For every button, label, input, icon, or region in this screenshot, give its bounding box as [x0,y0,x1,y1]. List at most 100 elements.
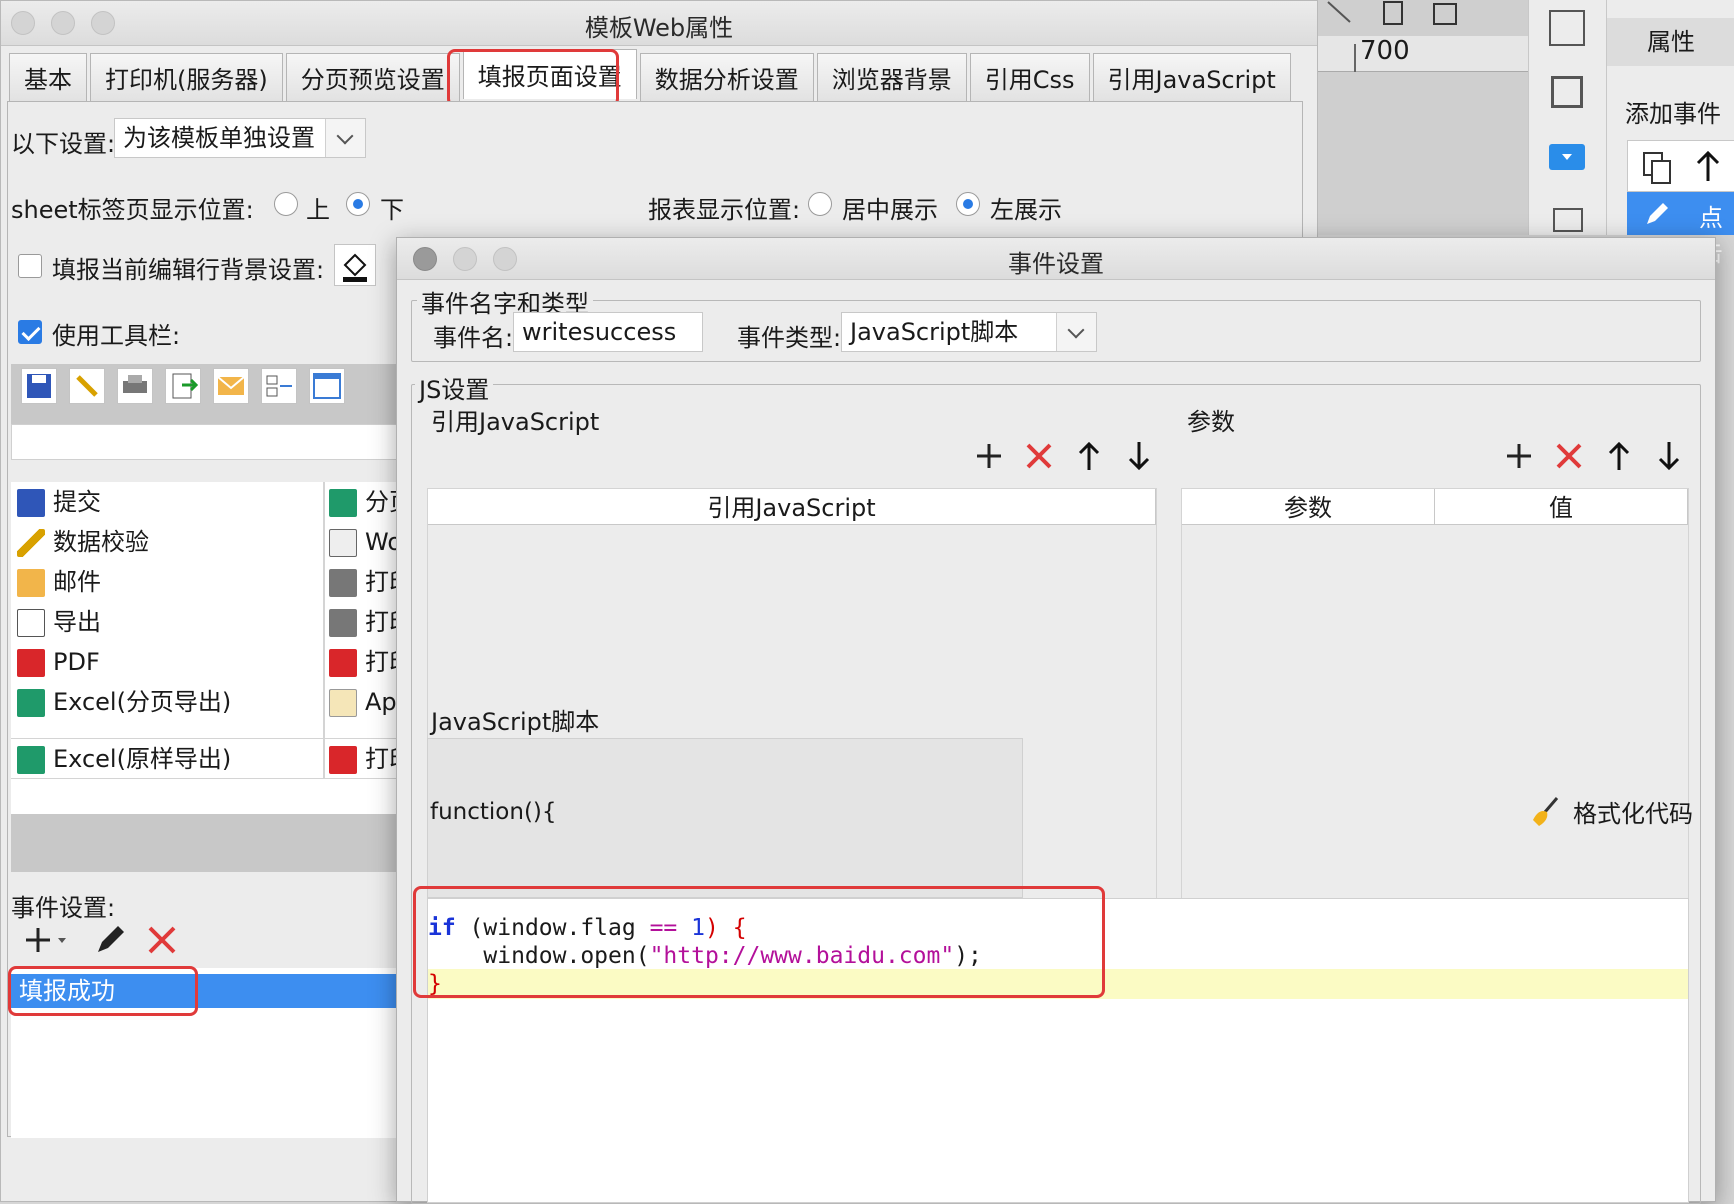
save-icon[interactable] [21,368,57,404]
flash-print-icon [329,649,357,677]
list-item-label: 邮件 [53,568,101,596]
broom-icon [1533,797,1559,826]
mail-icon[interactable] [213,368,249,404]
delete-param-button[interactable] [1553,440,1585,478]
delete-event-button[interactable] [144,922,180,958]
pencil-icon [98,926,124,952]
tab-browser-bg[interactable]: 浏览器背景 [816,53,967,101]
dialog-titlebar: 事件设置 [397,238,1715,280]
event-type-select[interactable]: JavaScript脚本 [841,312,1097,352]
use-toolbar-checkbox[interactable] [18,320,42,344]
toolbar-footer-bar [11,814,406,872]
plus-icon [26,928,66,952]
add-js-button[interactable] [973,440,1005,478]
list-item-label: 数据校验 [53,528,149,556]
params-column-header[interactable]: 参数 [1182,489,1435,525]
add-event-button[interactable] [24,922,70,958]
settings-select[interactable]: 为该模板单独设置 [114,118,366,158]
column-divider [323,482,325,738]
event-settings-label: 事件设置: [11,894,116,922]
list-item[interactable]: PDF [17,644,100,680]
close-icon [1556,443,1582,469]
validate-icon[interactable] [69,368,105,404]
column-divider [323,739,325,779]
tab-ref-javascript[interactable]: 引用JavaScript [1092,53,1291,101]
event-name-label: 事件名: [433,324,514,352]
params-table: 参数 值 [1181,488,1689,908]
toolbar-icons [1327,1,1457,25]
plus-icon [977,444,1001,468]
sheet-pos-bottom-radio[interactable] [346,192,370,216]
tab-data-analysis[interactable]: 数据分析设置 [639,53,814,101]
frame-tool-icon[interactable] [1551,76,1583,108]
arrow-up-icon [1078,441,1100,470]
event-name-input[interactable]: writesuccess [513,312,703,352]
export-icon [17,609,45,637]
toolbar-items-list: 提交 数据校验 邮件 导出 PDF Excel(分页导出) 分页 Wor 打印 … [11,482,413,738]
toolbar-blank-row [11,778,406,814]
move-up-param-button[interactable] [1603,440,1635,478]
params-label: 参数 [1187,408,1235,436]
list-item[interactable]: Excel(原样导出) [17,741,231,777]
window-icon[interactable] [309,368,345,404]
layout-icon[interactable] [261,368,297,404]
move-up-js-button[interactable] [1073,440,1105,478]
edit-event-button[interactable] [92,922,128,958]
format-code-button[interactable] [1529,794,1563,828]
main-titlebar: 模板Web属性 [1,1,1317,46]
edit-row-bg-checkbox[interactable] [18,254,42,278]
tab-basic[interactable]: 基本 [9,53,87,101]
copy-icon[interactable] [1640,149,1676,185]
dialog-title: 事件设置 [1008,250,1104,278]
click-event-row[interactable]: 点击 [1627,192,1734,267]
tab-printer[interactable]: 打印机(服务器) [90,53,283,101]
paint-bucket-button[interactable] [334,244,376,286]
dropdown-widget-icon[interactable] [1549,144,1585,170]
tab-ref-css[interactable]: 引用Css [969,53,1090,101]
report-pos-label: 报表显示位置: [648,196,801,224]
move-down-js-button[interactable] [1123,440,1155,478]
list-item[interactable]: Excel(分页导出) [17,684,231,720]
export-icon[interactable] [165,368,201,404]
sheet-pos-top-label: 上 [306,196,330,224]
list-item[interactable]: 提交 [17,484,101,520]
ruler-value: 700 [1360,36,1410,66]
event-name-value: writesuccess [522,318,677,346]
list-item[interactable]: 数据校验 [17,524,149,560]
excel-icon [329,489,357,517]
list-item-label: 导出 [53,608,101,636]
grid-tool-icon[interactable] [1549,10,1585,46]
arrow-up-icon[interactable] [1692,149,1724,185]
list-item-label: PDF [53,648,100,676]
chevron-down-icon [1056,313,1096,351]
arrow-down-icon [1128,442,1150,471]
add-event-label: 添加事件 [1625,100,1721,128]
format-code-label[interactable]: 格式化代码 [1573,794,1693,829]
ref-js-column-header[interactable]: 引用JavaScript [428,489,1156,525]
properties-tab[interactable]: 属性 [1607,18,1734,66]
list-item[interactable]: 导出 [17,604,101,640]
event-type-label: 事件类型: [737,324,842,352]
list-item-label: Excel(原样导出) [53,745,232,773]
tab-page-preview[interactable]: 分页预览设置 [285,53,460,101]
value-column-header[interactable]: 值 [1435,489,1688,525]
list-item[interactable]: 邮件 [17,564,101,600]
report-pos-left-radio[interactable] [956,192,980,216]
paint-bucket-icon [343,253,367,282]
applet-icon [329,689,357,717]
event-type-value: JavaScript脚本 [850,318,1019,346]
ruler-area: 700 [1318,0,1528,235]
event-item-highlight [8,966,198,1016]
toolbar-items-row-last: Excel(原样导出) 打印 [11,738,413,779]
sheet-pos-top-radio[interactable] [274,192,298,216]
excel-icon [17,746,45,774]
print-icon[interactable] [117,368,153,404]
report-pos-center-radio[interactable] [808,192,832,216]
list-tool-icon[interactable] [1553,208,1583,232]
code-highlight-box [413,886,1105,998]
js-settings-group-label: JS设置 [415,370,494,405]
move-down-param-button[interactable] [1653,440,1685,478]
function-header: function(){ [430,799,557,825]
add-param-button[interactable] [1503,440,1535,478]
delete-js-button[interactable] [1023,440,1055,478]
